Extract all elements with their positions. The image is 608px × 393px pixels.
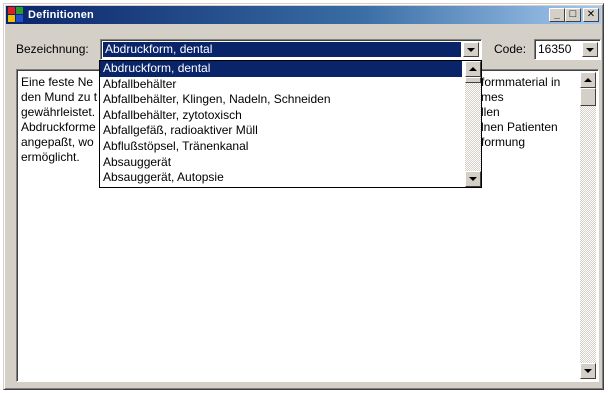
arrow-up-icon (584, 78, 592, 82)
app-icon (8, 7, 24, 23)
scroll-down-button[interactable] (580, 363, 596, 379)
arrow-down-icon (469, 177, 477, 181)
code-dropdown-button[interactable] (582, 42, 598, 57)
chevron-down-icon (586, 47, 594, 52)
dropdown-item[interactable]: Abfallbehälter, Klingen, Nadeln, Schneid… (100, 92, 462, 108)
arrow-up-icon (469, 67, 477, 71)
description-line-left: den Mund zu t (21, 90, 98, 104)
dropdown-item[interactable]: Abflußstöpsel, Tränenkanal (100, 139, 462, 155)
bezeichnung-dropdown-list[interactable]: Abdruckform, dental Abfallbehälter Abfallb… (99, 60, 482, 188)
dropdown-item[interactable]: Absauggerät (100, 155, 462, 171)
window-title: Definitionen (28, 9, 94, 21)
dropdown-item[interactable]: Abfallbehälter (100, 77, 462, 93)
minimize-button[interactable]: _ (549, 8, 565, 22)
scroll-down-button[interactable] (465, 171, 481, 187)
description-line-right: mes (481, 90, 504, 104)
code-label: Code: (494, 42, 527, 56)
description-line-right: formmaterial in (481, 75, 561, 89)
arrow-down-icon (584, 369, 592, 373)
bezeichnung-combobox[interactable]: Abdruckform, dental (100, 39, 482, 60)
scroll-up-button[interactable] (465, 61, 481, 77)
scrollbar-thumb[interactable] (465, 77, 481, 83)
description-line-left: ermöglicht. (21, 150, 80, 164)
description-line-left: Eine feste Ne (21, 75, 94, 89)
code-combobox[interactable]: 16350 (534, 39, 601, 60)
scrollbar-thumb[interactable] (580, 88, 596, 106)
description-line-right: formung (481, 135, 526, 149)
dropdown-scrollbar[interactable] (465, 61, 481, 187)
scroll-up-button[interactable] (580, 72, 596, 88)
description-scrollbar[interactable] (580, 72, 596, 379)
dropdown-item[interactable]: Abfallbehälter, zytotoxisch (100, 108, 462, 124)
description-line-right: lnen Patienten (481, 120, 558, 134)
description-line-left: angepaßt, wo (21, 135, 94, 149)
description-line-right: llen (481, 105, 500, 119)
bezeichnung-dropdown-button[interactable] (463, 42, 479, 57)
bezeichnung-label: Bezeichnung: (16, 42, 89, 56)
close-button[interactable]: ✕ (583, 8, 599, 22)
description-line-left: Abdruckforme (21, 120, 96, 134)
chevron-down-icon (467, 47, 475, 52)
code-value: 16350 (538, 42, 572, 56)
maximize-button[interactable]: □ (565, 8, 581, 22)
dropdown-item[interactable]: Abfallgefäß, radioaktiver Müll (100, 123, 462, 139)
dropdown-item[interactable]: Absauggerät, Autopsie (100, 170, 462, 186)
title-bar[interactable]: Definitionen _ □ ✕ (6, 6, 601, 24)
bezeichnung-value: Abdruckform, dental (103, 42, 461, 57)
description-line-left: gewährleistet. (21, 105, 96, 119)
dropdown-item[interactable]: Abdruckform, dental (100, 61, 462, 77)
